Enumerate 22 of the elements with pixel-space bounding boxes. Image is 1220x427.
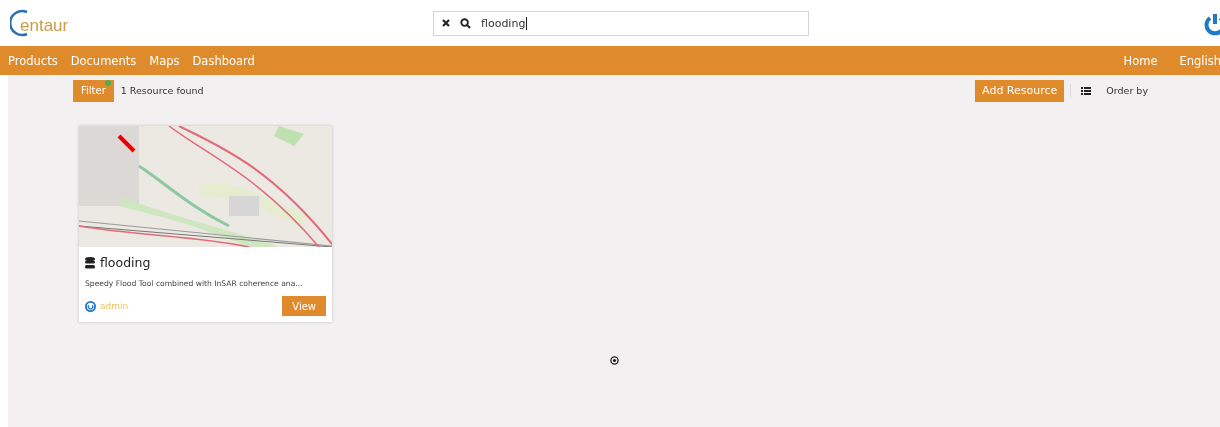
nav-link[interactable]: Dashboard — [192, 53, 255, 68]
order-by-dropdown[interactable]: Order by — [1106, 85, 1148, 96]
resource-title[interactable]: flooding — [100, 255, 151, 270]
nav-link[interactable]: Maps — [149, 53, 180, 68]
logo-text: entaur — [20, 16, 69, 36]
result-count: 1 Resource found — [120, 85, 204, 96]
power-icon[interactable] — [1204, 12, 1220, 36]
search-field[interactable]: flooding — [433, 10, 809, 36]
add-resource-button[interactable]: Add Resource — [975, 79, 1065, 102]
owner-link[interactable]: admin — [100, 301, 129, 311]
nav-link[interactable]: Home — [1123, 53, 1158, 68]
nav-link[interactable]: Documents — [70, 53, 137, 68]
search-icon — [460, 17, 471, 29]
list-icon[interactable] — [1081, 86, 1092, 95]
nav-link[interactable]: Products — [8, 53, 58, 68]
database-icon — [85, 256, 95, 269]
clear-icon[interactable] — [442, 19, 450, 27]
user-icon — [85, 300, 96, 312]
nav-link[interactable]: English — [1179, 53, 1220, 68]
view-button[interactable]: View — [282, 296, 326, 316]
filter-button[interactable]: Filter — [73, 79, 114, 102]
loading-icon — [610, 356, 619, 365]
